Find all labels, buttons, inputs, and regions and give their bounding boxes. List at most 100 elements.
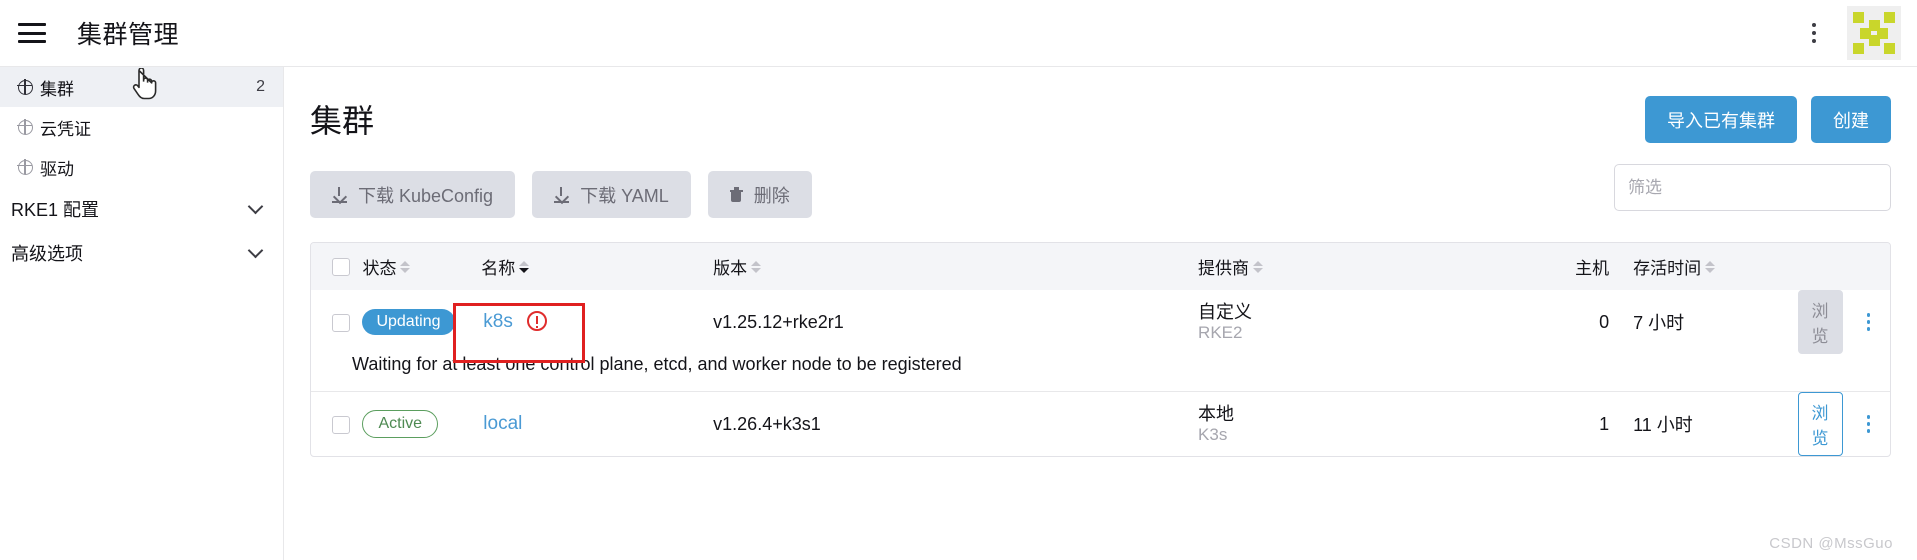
- sidebar-item-clusters[interactable]: 集群 2: [0, 67, 283, 107]
- sort-icon: [1253, 261, 1264, 273]
- dot: [1866, 422, 1870, 426]
- sort-icon: [751, 261, 762, 273]
- column-header-age[interactable]: 存活时间: [1633, 243, 1797, 290]
- sort-icon: [400, 261, 411, 273]
- dot: [1812, 39, 1816, 43]
- provider-name: 自定义: [1198, 301, 1253, 322]
- dot: [1812, 31, 1816, 35]
- browse-button[interactable]: 浏览: [1797, 290, 1843, 354]
- column-header-provider[interactable]: 提供商: [1198, 243, 1516, 290]
- globe-icon: [17, 78, 33, 95]
- cluster-name-link[interactable]: k8s: [483, 311, 513, 332]
- chevron-down-icon: [247, 242, 264, 259]
- row-checkbox[interactable]: [332, 313, 350, 332]
- globe-icon: [17, 158, 33, 175]
- status-badge: Active: [362, 410, 439, 438]
- cluster-name-link[interactable]: local: [483, 413, 522, 434]
- delete-button[interactable]: 删除: [707, 171, 812, 218]
- cell-hosts: 0: [1599, 311, 1610, 332]
- cell-state: Active: [362, 392, 481, 456]
- filter-input[interactable]: [1614, 164, 1891, 211]
- cell-name: k8s: [481, 290, 713, 354]
- dot: [1866, 429, 1870, 433]
- table-header-row: 状态 名称 版本 提供商 主机 存活时间: [311, 243, 1890, 290]
- chevron-down-icon: [247, 198, 264, 215]
- sidebar-group-rke1-config[interactable]: RKE1 配置: [0, 187, 283, 231]
- column-label: 提供商: [1198, 259, 1250, 278]
- create-cluster-button[interactable]: 创建: [1811, 96, 1891, 143]
- sidebar-group-label: 高级选项: [11, 244, 83, 264]
- cell-version: v1.25.12+rke2r1: [713, 311, 844, 332]
- app-root: 集群管理 集群 2 云凭证 驱动 RKE1 配置 高级选项 集群 导入已有集群 …: [0, 0, 1917, 560]
- download-kubeconfig-button[interactable]: 下载 KubeConfig: [310, 171, 516, 218]
- button-label: 下载 KubeConfig: [358, 185, 494, 206]
- row-message-cell: Waiting for at least one control plane, …: [311, 354, 1890, 392]
- select-all-header: [311, 243, 362, 290]
- app-title: 集群管理: [77, 21, 180, 49]
- cell-actions: 浏览: [1797, 290, 1891, 354]
- column-header-actions: [1798, 243, 1891, 290]
- user-avatar-logo[interactable]: [1847, 6, 1901, 60]
- row-select-cell: [311, 290, 362, 354]
- column-header-hosts: 主机: [1516, 243, 1633, 290]
- column-label: 版本: [713, 259, 748, 278]
- sidebar-item-label: 集群: [40, 79, 74, 99]
- cell-age: 7 小时: [1633, 313, 1685, 333]
- sidebar-group-advanced-options[interactable]: 高级选项: [0, 231, 283, 275]
- sidebar-item-label: 驱动: [40, 159, 74, 179]
- avatar-pixel: [1884, 43, 1895, 54]
- avatar-pixel: [1853, 12, 1864, 23]
- hamburger-icon[interactable]: [18, 23, 46, 43]
- watermark: CSDN @MssGuo: [1769, 535, 1893, 552]
- row-vertical-dots-icon[interactable]: [1866, 313, 1870, 331]
- row-select-cell: [311, 392, 362, 456]
- vertical-dots-icon[interactable]: [1801, 17, 1827, 49]
- row-checkbox[interactable]: [332, 415, 350, 434]
- column-header-version[interactable]: 版本: [713, 243, 1198, 290]
- sidebar: 集群 2 云凭证 驱动 RKE1 配置 高级选项: [0, 67, 284, 560]
- browse-button[interactable]: 浏览: [1797, 392, 1843, 456]
- column-label: 主机: [1575, 259, 1610, 278]
- top-bar-right: [1801, 6, 1901, 60]
- table-header: 状态 名称 版本 提供商 主机 存活时间: [311, 243, 1890, 290]
- import-existing-cluster-button[interactable]: 导入已有集群: [1645, 96, 1797, 143]
- main-content: 集群 导入已有集群 创建 下载 KubeConfig 下载 YAML 删除 筛选…: [285, 67, 1917, 560]
- column-label: 存活时间: [1633, 259, 1702, 278]
- trash-icon: [729, 187, 743, 202]
- cell-version: v1.26.4+k3s1: [713, 413, 821, 434]
- cell-provider: 自定义 RKE2: [1198, 290, 1516, 354]
- download-yaml-button[interactable]: 下载 YAML: [532, 171, 691, 218]
- avatar-pixel: [1884, 12, 1895, 23]
- sort-icon-active: [519, 261, 530, 273]
- button-label: 下载 YAML: [580, 185, 669, 206]
- top-bar: 集群管理: [0, 0, 1917, 67]
- cell-actions: 浏览: [1797, 392, 1891, 456]
- globe-icon: [17, 118, 33, 135]
- cell-age: 11 小时: [1633, 415, 1693, 435]
- sidebar-item-count: 2: [256, 78, 265, 95]
- download-icon: [554, 186, 570, 203]
- dot: [1812, 23, 1816, 27]
- avatar-pixel: [1877, 27, 1888, 39]
- dot: [1866, 415, 1870, 419]
- column-header-state[interactable]: 状态: [362, 243, 481, 290]
- select-all-checkbox[interactable]: [332, 258, 350, 277]
- hamburger-line: [18, 23, 46, 26]
- column-label: 名称: [481, 259, 516, 278]
- dot: [1866, 320, 1870, 324]
- cell-name: local: [481, 392, 713, 456]
- button-label: 删除: [753, 185, 790, 206]
- error-circle-icon[interactable]: [526, 311, 547, 331]
- sidebar-item-label: 云凭证: [40, 119, 91, 139]
- dot: [1866, 313, 1870, 317]
- row-vertical-dots-icon[interactable]: [1866, 415, 1870, 433]
- table-body: Updating k8s v1.25.12+rke2r1 自定义 RKE2 0 …: [311, 290, 1890, 456]
- provider-distro: RKE2: [1198, 322, 1243, 342]
- table-row[interactable]: Updating k8s v1.25.12+rke2r1 自定义 RKE2 0 …: [311, 290, 1890, 354]
- sidebar-group-label: RKE1 配置: [11, 200, 100, 220]
- column-header-name[interactable]: 名称: [481, 243, 713, 290]
- sidebar-item-drivers[interactable]: 驱动: [0, 147, 283, 187]
- table-row[interactable]: Active local v1.26.4+k3s1 本地 K3s 1 11 小时…: [311, 392, 1890, 456]
- sidebar-item-cloud-credentials[interactable]: 云凭证: [0, 107, 283, 147]
- cell-hosts: 1: [1599, 413, 1610, 434]
